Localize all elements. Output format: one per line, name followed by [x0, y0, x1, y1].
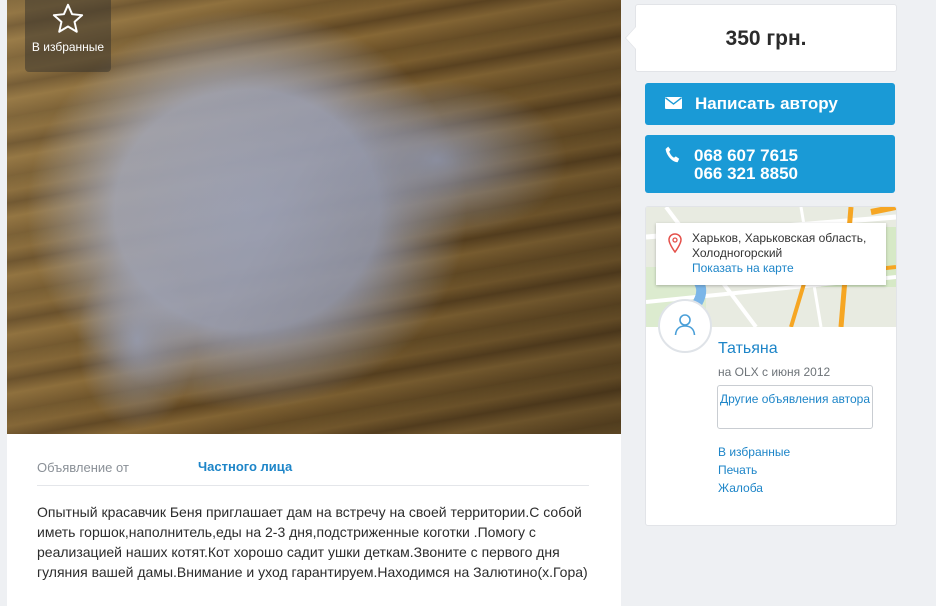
map-pin-icon — [668, 233, 682, 253]
price-box: 350 грн. — [625, 4, 897, 72]
member-since: на OLX с июня 2012 — [718, 365, 831, 379]
price-notch — [625, 26, 636, 50]
offer-from-value[interactable]: Частного лица — [198, 459, 292, 474]
user-icon — [674, 314, 696, 336]
seller-links: В избранные Печать Жалоба — [718, 443, 790, 497]
phone-number-2: 066 321 8850 — [694, 164, 798, 183]
message-author-button[interactable]: Написать автору — [645, 83, 895, 125]
listing-details: Объявление от Частного лица Опытный крас… — [7, 434, 621, 606]
offer-from-key: Объявление от — [37, 460, 129, 475]
seller-card: Харьков, Харьковская область, Холодногор… — [645, 206, 897, 526]
report-link[interactable]: Жалоба — [718, 479, 790, 497]
show-phone-button[interactable]: 068 607 7615 066 321 8850 — [645, 135, 895, 193]
phone-icon — [665, 146, 680, 163]
other-ads-button[interactable]: Другие объявления автора — [717, 385, 873, 429]
show-on-map-link[interactable]: Показать на карте — [692, 261, 794, 275]
phone-number-1: 068 607 7615 — [694, 146, 798, 165]
seller-name[interactable]: Татьяна — [718, 340, 778, 358]
location-box: Харьков, Харьковская область, Холодногор… — [656, 223, 886, 285]
message-author-label: Написать автору — [695, 94, 838, 113]
avatar[interactable] — [658, 299, 712, 353]
listing-description: Опытный красавчик Беня приглашает дам на… — [37, 504, 588, 580]
favorite-badge[interactable]: В избранные — [25, 0, 111, 72]
price: 350 грн. — [725, 27, 807, 50]
offer-from-row: Объявление от Частного лица — [37, 458, 589, 486]
envelope-icon — [665, 97, 682, 109]
star-icon — [52, 3, 84, 33]
add-to-favorites-link[interactable]: В избранные — [718, 443, 790, 461]
print-link[interactable]: Печать — [718, 461, 790, 479]
listing-photo[interactable]: В избранные — [7, 0, 621, 434]
location-address: Харьков, Харьковская область, Холодногор… — [692, 231, 867, 260]
favorite-badge-label: В избранные — [31, 40, 105, 54]
